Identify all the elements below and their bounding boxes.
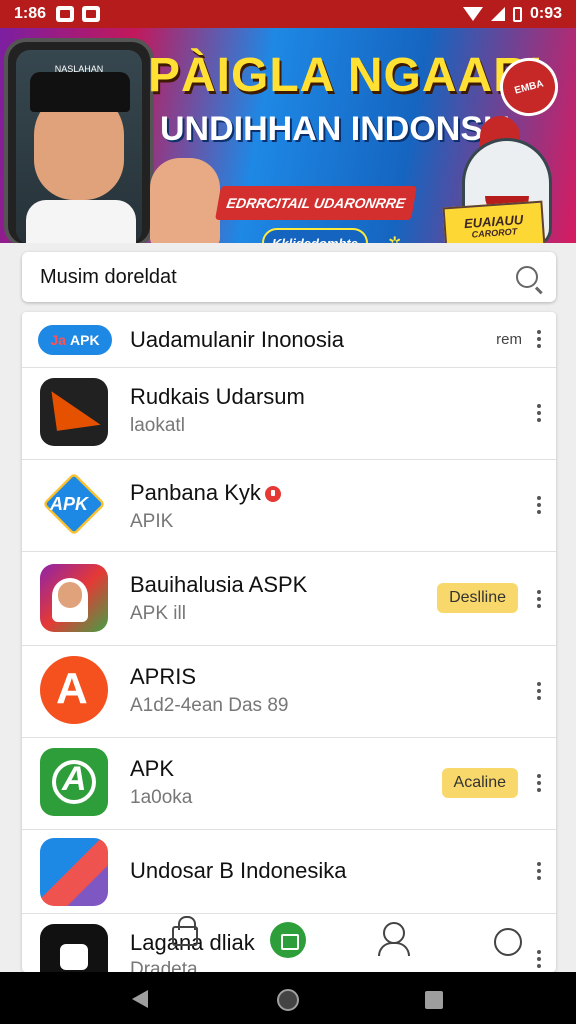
app-icon: A [40,656,108,724]
person-collar [26,200,136,243]
apk-badge-label: APK [70,332,100,348]
wifi-icon [462,7,483,21]
status-bar: 1:86 0:93 [0,0,576,28]
app-icon [40,924,108,972]
apk-badge: Ja APK [38,325,112,355]
status-badge[interactable]: Acaline [441,768,518,798]
more-options-icon[interactable] [536,774,542,792]
more-options-icon[interactable] [536,330,542,348]
list-item[interactable]: APK Panbana Kyk APIK [22,460,556,552]
app-subtitle: 1a0oka [130,787,193,808]
list-item[interactable]: A APRIS A1d2-4ean Das 89 [22,646,556,738]
banner-price-tag: EUAIAUU CAROROT [442,200,546,243]
app-icon [40,564,108,632]
lock-icon[interactable] [172,916,198,946]
mail-icon [82,6,101,22]
list-item[interactable]: Bauihalusia ASPK APK ill Deslline [22,552,556,646]
app-subtitle: A1d2-4ean Das 89 [130,695,289,716]
more-options-icon[interactable] [536,950,542,968]
banner-headline: PÀIGLA NGAARI [148,49,544,102]
status-icons: 0:93 [462,5,562,23]
battery-icon [512,6,522,22]
promo-banner[interactable]: NASLAHAN PÀIGLA NGAARI UNDIHHAN INDONSIA… [0,28,576,243]
app-title: Rudkais Udarsum [130,384,305,409]
banner-phone-image: NASLAHAN [4,38,154,243]
app-subtitle: laokatl [130,415,185,436]
price-tag-line2: CAROROT [471,226,518,240]
alert-icon [264,486,281,503]
more-options-icon[interactable] [536,496,542,514]
app-title: Undosar B Indonesika [130,858,347,883]
phone-screen: NASLAHAN [16,50,142,243]
clock: 1:86 [14,5,47,22]
person-icon[interactable] [378,922,410,956]
app-subtitle: APK ill [130,603,186,624]
app-icon [40,838,108,906]
status-badge[interactable]: Deslline [437,583,518,613]
app-title: Bauihalusia ASPK [130,572,308,597]
signal-icon [490,7,505,21]
apk-badge-prefix: Ja [50,332,66,348]
banner-red-bar: EDRRCITAIL UDARONRRE [215,186,417,220]
battery-time: 0:93 [529,5,562,22]
back-icon[interactable] [132,990,148,1008]
banner-cta-button[interactable]: Kklidedombte [262,228,368,243]
list-item[interactable]: A APK 1a0oka Acaline [22,738,556,830]
sparkle-icon: ✲ [388,233,401,243]
app-icon: APK [40,470,108,538]
support-icon[interactable] [494,928,522,956]
recent-apps-icon[interactable] [425,991,443,1009]
search-icon[interactable] [516,266,538,288]
pointing-hand [150,158,220,243]
list-item[interactable]: Rudkais Udarsum laokatl [22,368,556,460]
app-icon [40,378,108,446]
search-input[interactable]: Musim doreldat [40,266,516,289]
list-item[interactable]: Ja APK Uadamulanir Inonosia rem [22,312,556,368]
home-icon[interactable] [270,922,306,958]
search-bar[interactable]: Musim doreldat [22,252,556,302]
app-icon: A [40,748,108,816]
more-options-icon[interactable] [536,404,542,422]
notification-icon [56,6,75,22]
banner-subheadline: UNDIHHAN INDONSIA [160,110,517,148]
more-options-icon[interactable] [536,590,542,608]
more-options-icon[interactable] [536,862,542,880]
list-item[interactable]: Undosar B Indonesika [22,830,556,914]
app-trailing-text: rem [496,331,522,348]
more-options-icon[interactable] [536,682,542,700]
app-title-text: Panbana Kyk [130,480,261,505]
app-subtitle: Dradeta [130,959,198,972]
app-subtitle: APIK [130,511,174,532]
app-title: APRIS [130,664,197,689]
person-cap [30,72,130,112]
app-title: Uadamulanir Inonosia [130,327,345,352]
app-title: Panbana Kyk [130,480,281,506]
system-navigation-bar [0,972,576,1024]
home-button-icon[interactable] [277,989,299,1011]
app-list: Ja APK Uadamulanir Inonosia rem Rudkais … [22,312,556,972]
app-title: APK [130,756,175,781]
